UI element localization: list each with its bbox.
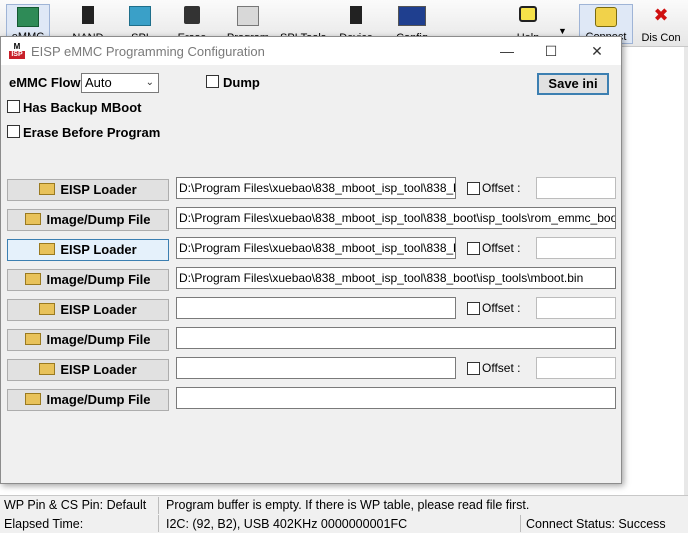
- emmc-flow-select[interactable]: Auto ⌄: [81, 73, 159, 93]
- offset-checkbox-2[interactable]: [467, 242, 480, 255]
- dump-checkbox[interactable]: [206, 75, 219, 88]
- minimize-button[interactable]: —: [485, 39, 529, 63]
- main-scroll-edge: [684, 47, 688, 495]
- dialog-title: EISP eMMC Programming Configuration: [31, 44, 265, 59]
- nand-chip-icon: [82, 6, 94, 24]
- wp-pin-status: WP Pin & CS Pin: Default: [4, 498, 147, 512]
- logo-top: M: [13, 42, 21, 51]
- offset-label-2: Offset :: [482, 241, 521, 255]
- button-label: Image/Dump File: [46, 212, 151, 227]
- maximize-button[interactable]: ☐: [529, 39, 573, 63]
- offset-label-3: Offset :: [482, 301, 521, 315]
- emmc-flow-value: Auto: [85, 75, 112, 90]
- button-label: EISP Loader: [60, 302, 137, 317]
- button-label: EISP Loader: [60, 242, 137, 257]
- has-backup-mboot-label: Has Backup MBoot: [23, 100, 142, 115]
- tools-icon: [292, 6, 312, 24]
- close-button[interactable]: ✕: [575, 39, 619, 63]
- status-bar: WP Pin & CS Pin: Default Program buffer …: [0, 495, 688, 533]
- folder-icon: [25, 213, 42, 225]
- logo-bottom: ISP: [9, 51, 25, 59]
- save-ini-button[interactable]: Save ini: [537, 73, 609, 95]
- eisp-loader-path-2[interactable]: D:\Program Files\xuebao\838_mboot_isp_to…: [176, 237, 456, 259]
- button-label: EISP Loader: [60, 362, 137, 377]
- elapsed-time: Elapsed Time:: [4, 517, 84, 531]
- image-dump-file-button-1[interactable]: Image/Dump File: [7, 209, 169, 231]
- toolbar-dropdown-arrow-icon[interactable]: ▼: [558, 26, 567, 36]
- erase-before-program-checkbox[interactable]: [7, 125, 20, 138]
- chip-icon: [17, 7, 39, 27]
- device-icon: [350, 6, 362, 24]
- folder-icon: [25, 393, 42, 405]
- close-icon: ✕: [591, 43, 603, 59]
- folder-icon: [39, 303, 56, 315]
- disconnect-toolbar-button[interactable]: ✖ Dis Con: [636, 4, 686, 44]
- connect-status: Connect Status: Success: [526, 517, 666, 531]
- eisp-loader-path-3[interactable]: [176, 297, 456, 319]
- image-dump-file-path-3[interactable]: [176, 327, 616, 349]
- eisp-loader-button-4[interactable]: EISP Loader: [7, 359, 169, 381]
- offset-label-4: Offset :: [482, 361, 521, 375]
- offset-input-2[interactable]: [536, 237, 616, 259]
- chevron-down-icon: ⌄: [145, 77, 154, 88]
- status-divider: [158, 515, 159, 532]
- image-dump-file-path-2[interactable]: D:\Program Files\xuebao\838_mboot_isp_to…: [176, 267, 616, 289]
- offset-label-1: Offset :: [482, 181, 521, 195]
- eisp-loader-button-3[interactable]: EISP Loader: [7, 299, 169, 321]
- monitor-icon: [398, 6, 426, 26]
- image-dump-file-button-3[interactable]: Image/Dump File: [7, 329, 169, 351]
- folder-icon: [39, 183, 56, 195]
- offset-input-4[interactable]: [536, 357, 616, 379]
- tv-icon: [519, 6, 537, 22]
- eisp-logo-icon: M ISP: [9, 43, 25, 59]
- button-label: EISP Loader: [60, 182, 137, 197]
- connect-icon: [595, 7, 617, 27]
- i2c-status: I2C: (92, B2), USB 402KHz 0000000001FC: [166, 517, 408, 531]
- status-divider: [158, 497, 159, 514]
- button-label: Image/Dump File: [46, 272, 151, 287]
- erase-icon: [184, 6, 200, 24]
- emmc-config-dialog: M ISP EISP eMMC Programming Configuratio…: [0, 36, 622, 484]
- maximize-icon: ☐: [544, 43, 558, 59]
- emmc-flow-label: eMMC Flow: [9, 75, 81, 90]
- dialog-titlebar: M ISP EISP eMMC Programming Configuratio…: [1, 37, 621, 65]
- image-dump-file-path-4[interactable]: [176, 387, 616, 409]
- eisp-loader-path-4[interactable]: [176, 357, 456, 379]
- folder-icon: [39, 363, 56, 375]
- image-dump-file-button-2[interactable]: Image/Dump File: [7, 269, 169, 291]
- eisp-loader-button-2[interactable]: EISP Loader: [7, 239, 169, 261]
- dump-label: Dump: [223, 75, 260, 90]
- image-dump-file-button-4[interactable]: Image/Dump File: [7, 389, 169, 411]
- erase-before-program-label: Erase Before Program: [23, 125, 161, 140]
- has-backup-mboot-checkbox[interactable]: [7, 100, 20, 113]
- offset-checkbox-4[interactable]: [467, 362, 480, 375]
- folder-icon: [25, 333, 42, 345]
- offset-input-1[interactable]: [536, 177, 616, 199]
- eisp-loader-button-1[interactable]: EISP Loader: [7, 179, 169, 201]
- eisp-loader-path-1[interactable]: D:\Program Files\xuebao\838_mboot_isp_to…: [176, 177, 456, 199]
- disconnect-icon: ✖: [653, 5, 669, 25]
- offset-input-3[interactable]: [536, 297, 616, 319]
- program-icon: [237, 6, 259, 26]
- button-label: Image/Dump File: [46, 392, 151, 407]
- minimize-icon: —: [500, 43, 514, 59]
- offset-checkbox-3[interactable]: [467, 302, 480, 315]
- folder-icon: [25, 273, 42, 285]
- spi-icon: [129, 6, 151, 26]
- image-dump-file-path-1[interactable]: D:\Program Files\xuebao\838_mboot_isp_to…: [176, 207, 616, 229]
- offset-checkbox-1[interactable]: [467, 182, 480, 195]
- status-divider: [520, 515, 521, 532]
- folder-icon: [39, 243, 56, 255]
- button-label: Image/Dump File: [46, 332, 151, 347]
- status-message: Program buffer is empty. If there is WP …: [166, 498, 530, 512]
